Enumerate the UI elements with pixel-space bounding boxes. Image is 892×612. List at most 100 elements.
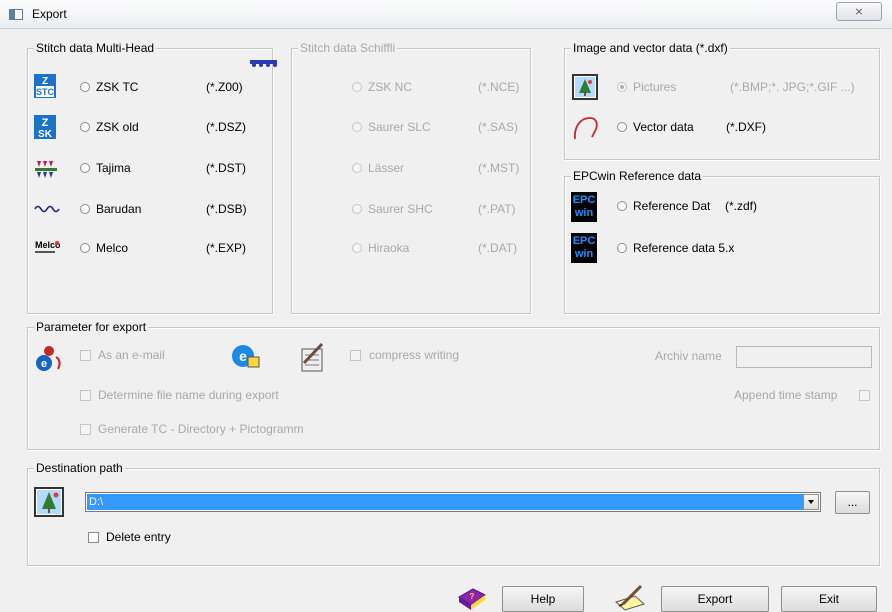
hiraoka-option[interactable]: Hiraoka (*.DAT) bbox=[350, 238, 525, 258]
browser-icon[interactable]: e bbox=[230, 341, 260, 371]
barudan-radio[interactable] bbox=[80, 204, 90, 214]
svg-text:SK: SK bbox=[38, 129, 53, 139]
email-checkbox[interactable] bbox=[80, 350, 91, 361]
delete-entry-label: Delete entry bbox=[106, 530, 171, 544]
compress-label: compress writing bbox=[369, 348, 460, 362]
tajima-ext: (*.DST) bbox=[206, 161, 246, 175]
zsk-old-radio[interactable] bbox=[80, 122, 90, 132]
help-book-icon[interactable]: ? bbox=[455, 587, 487, 611]
zsk-tc-option[interactable]: ZSK TC (*.Z00) bbox=[78, 77, 268, 97]
saurer-shc-radio[interactable] bbox=[352, 204, 362, 214]
lasser-ext: (*.MST) bbox=[478, 161, 520, 175]
tajima-option[interactable]: Tajima (*.DST) bbox=[78, 158, 268, 178]
zsk-tc-radio[interactable] bbox=[80, 82, 90, 92]
ref-5x-option[interactable]: Reference data 5.x bbox=[615, 238, 875, 258]
zsk-nc-radio[interactable] bbox=[352, 82, 362, 92]
saurer-shc-ext: (*.PAT) bbox=[478, 202, 516, 216]
vector-icon bbox=[572, 115, 600, 141]
epcwin-5x-icon-top: EPC bbox=[572, 235, 596, 247]
archiv-label: Archiv name bbox=[655, 349, 722, 363]
image-vector-group: Image and vector data (*.dxf) Pictures (… bbox=[564, 41, 880, 160]
ref-dat-option[interactable]: Reference Dat (*.zdf) bbox=[615, 196, 875, 216]
generate-checkbox[interactable] bbox=[80, 424, 91, 435]
hiraoka-label: Hiraoka bbox=[368, 241, 410, 255]
zsk-nc-ext: (*.NCE) bbox=[478, 80, 520, 94]
close-button[interactable]: ⨯ bbox=[836, 2, 882, 21]
compress-icon bbox=[298, 341, 328, 373]
melco-logo-icon: Melco bbox=[34, 239, 60, 255]
delete-entry-checkbox[interactable] bbox=[88, 532, 99, 543]
stitch-schiffli-legend: Stitch data Schiffli bbox=[298, 41, 398, 55]
multi-head-icon bbox=[249, 57, 279, 67]
export-button[interactable]: Export bbox=[661, 586, 769, 612]
export-writing-icon[interactable] bbox=[613, 584, 647, 611]
archiv-name-input[interactable] bbox=[736, 346, 872, 368]
ref-5x-label: Reference data 5.x bbox=[633, 241, 735, 255]
svg-text:e: e bbox=[239, 348, 247, 364]
determine-label: Determine file name during export bbox=[98, 388, 279, 402]
hiraoka-ext: (*.DAT) bbox=[478, 241, 518, 255]
zsk-old-option[interactable]: ZSK old (*.DSZ) bbox=[78, 117, 268, 137]
append-checkbox[interactable] bbox=[859, 390, 870, 401]
saurer-slc-option[interactable]: Saurer SLC (*.SAS) bbox=[350, 117, 525, 137]
zsk-logo-icon: Z SK bbox=[34, 115, 56, 139]
epcwin-group: EPCwin Reference data EPC win Reference … bbox=[564, 169, 880, 314]
vector-option[interactable]: Vector data (*.DXF) bbox=[615, 117, 875, 137]
picture-icon bbox=[572, 74, 598, 100]
pictures-radio[interactable] bbox=[617, 82, 627, 92]
browse-button[interactable]: ... bbox=[835, 491, 870, 514]
window-title: Export bbox=[32, 7, 67, 21]
ref-dat-radio[interactable] bbox=[617, 201, 627, 211]
vector-ext: (*.DXF) bbox=[726, 120, 766, 134]
pictures-option[interactable]: Pictures (*.BMP;*. JPG;*.GIF ...) bbox=[615, 77, 875, 97]
destination-browse-icon[interactable] bbox=[34, 487, 64, 517]
params-group: Parameter for export e As an e-mail e co… bbox=[27, 320, 880, 450]
destination-dropdown-button[interactable] bbox=[803, 494, 819, 510]
saurer-slc-ext: (*.SAS) bbox=[478, 120, 519, 134]
zsk-nc-label: ZSK NC bbox=[368, 80, 413, 94]
melco-option[interactable]: Melco (*.EXP) bbox=[78, 238, 268, 258]
zsk-old-label: ZSK old bbox=[96, 120, 139, 134]
pictures-label: Pictures bbox=[633, 80, 677, 94]
svg-text:Z: Z bbox=[42, 117, 49, 129]
vector-radio[interactable] bbox=[617, 122, 627, 132]
compress-checkbox[interactable] bbox=[350, 350, 361, 361]
exit-button[interactable]: Exit bbox=[781, 586, 877, 612]
title-bar: Export ⨯ bbox=[0, 0, 892, 29]
barudan-option[interactable]: Barudan (*.DSB) bbox=[78, 199, 268, 219]
svg-text:STC: STC bbox=[36, 87, 55, 97]
saurer-slc-radio[interactable] bbox=[352, 122, 362, 132]
melco-ext: (*.EXP) bbox=[206, 241, 247, 255]
tajima-label: Tajima bbox=[96, 161, 131, 175]
ref-dat-ext: (*.zdf) bbox=[725, 199, 758, 213]
tajima-radio[interactable] bbox=[80, 163, 90, 173]
help-button[interactable]: Help bbox=[502, 586, 584, 612]
epcwin-icon-bottom: win bbox=[574, 207, 594, 219]
tajima-logo-icon bbox=[34, 159, 58, 179]
melco-label: Melco bbox=[96, 241, 129, 255]
email-label: As an e-mail bbox=[98, 348, 165, 362]
zsk-tc-logo-icon: Z STC bbox=[34, 74, 56, 98]
ref-5x-radio[interactable] bbox=[617, 243, 627, 253]
image-vector-legend: Image and vector data (*.dxf) bbox=[571, 41, 730, 55]
zsk-nc-option[interactable]: ZSK NC (*.NCE) bbox=[350, 77, 525, 97]
hiraoka-radio[interactable] bbox=[352, 243, 362, 253]
destination-legend: Destination path bbox=[34, 461, 125, 475]
epcwin-icon: EPC win bbox=[571, 192, 597, 222]
epcwin-5x-icon-bottom: win bbox=[574, 248, 594, 260]
destination-group: Destination path D:\ ... Delete entry bbox=[27, 461, 880, 566]
determine-checkbox[interactable] bbox=[80, 390, 91, 401]
barudan-label: Barudan bbox=[96, 202, 142, 216]
epcwin-legend: EPCwin Reference data bbox=[571, 169, 704, 183]
lasser-option[interactable]: Lässer (*.MST) bbox=[350, 158, 525, 178]
lasser-radio[interactable] bbox=[352, 163, 362, 173]
zsk-tc-label: ZSK TC bbox=[96, 80, 139, 94]
destination-path-combo[interactable]: D:\ bbox=[85, 492, 821, 512]
zsk-old-ext: (*.DSZ) bbox=[206, 120, 246, 134]
saurer-shc-option[interactable]: Saurer SHC (*.PAT) bbox=[350, 199, 525, 219]
svg-text:Z: Z bbox=[42, 76, 48, 87]
melco-radio[interactable] bbox=[80, 243, 90, 253]
vector-label: Vector data bbox=[633, 120, 694, 134]
barudan-ext: (*.DSB) bbox=[206, 202, 247, 216]
window-icon bbox=[9, 9, 23, 20]
